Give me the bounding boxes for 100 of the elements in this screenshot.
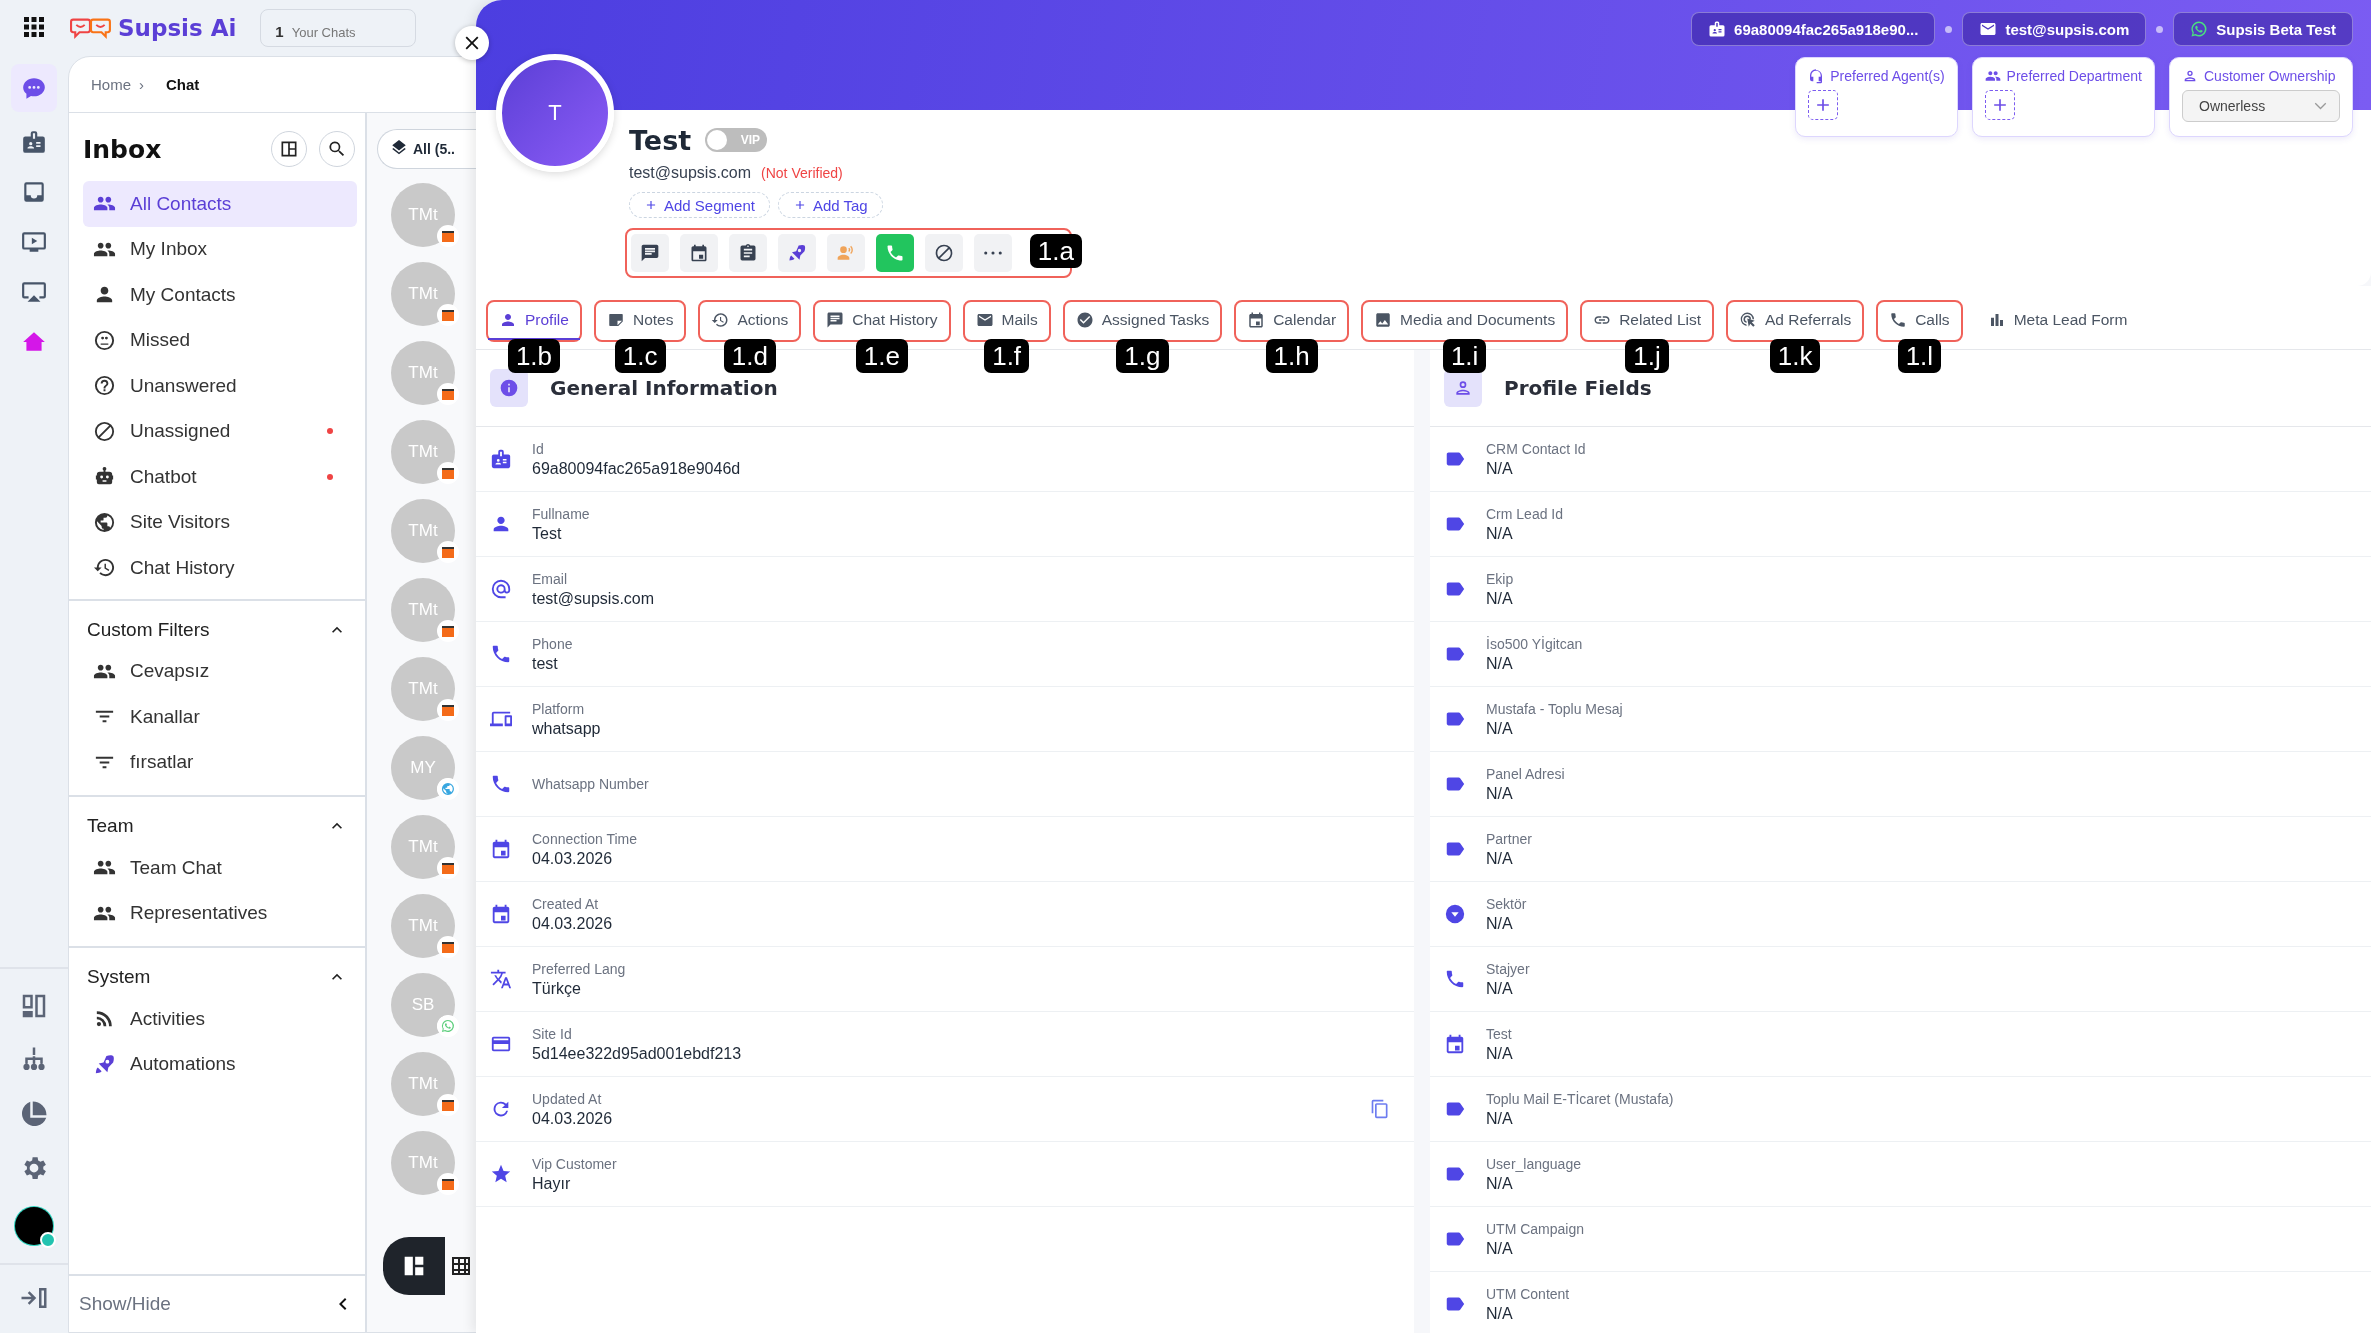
separator-dot <box>1945 25 1953 33</box>
field-label: İso500 Yİgitcan <box>1486 635 1584 652</box>
filter-menu-item[interactable]: Representatives <box>83 890 357 936</box>
info-chip[interactable]: 69a80094fac265a918e90... <box>1691 12 1936 46</box>
field-label: Preferred Lang <box>532 960 627 977</box>
phone-icon <box>885 243 905 263</box>
tab[interactable]: Chat History <box>815 302 949 340</box>
inbox-menu-item[interactable]: Unassigned <box>83 408 357 454</box>
section-header[interactable]: System <box>83 958 357 996</box>
store-badge-icon <box>437 225 459 247</box>
info-chip[interactable]: test@supsis.com <box>1962 12 2147 46</box>
field-value: N/A <box>1486 1044 1514 1063</box>
add-button[interactable]: Add Segment <box>629 192 770 218</box>
rocket-button[interactable] <box>778 234 816 272</box>
calendar-icon <box>490 838 512 860</box>
menu-item-label: Unassigned <box>130 420 232 443</box>
callout-label: 1.d <box>723 339 776 373</box>
section-header[interactable]: Team <box>83 807 357 845</box>
inbox-menu-item[interactable]: Missed <box>83 317 357 363</box>
filter-dropdown[interactable]: All (5.. <box>377 129 477 169</box>
menu-item-label: Cevapsız <box>130 660 211 683</box>
field-label: Sektör <box>1486 895 1528 912</box>
blocked-button[interactable] <box>925 234 963 272</box>
inbox-menu-item[interactable]: Unanswered <box>83 363 357 409</box>
search-button[interactable] <box>319 131 355 167</box>
layout-toggle-button[interactable] <box>383 1237 445 1295</box>
info-chip[interactable]: Supsis Beta Test <box>2173 12 2353 46</box>
field-label: Fullname <box>532 505 591 522</box>
filter-menu-item[interactable]: Team Chat <box>83 845 357 891</box>
field-label: Whatsapp Number <box>532 776 650 792</box>
show-hide-toggle[interactable]: Show/Hide <box>79 1293 171 1315</box>
inbox-menu-item[interactable]: All Contacts <box>83 181 357 227</box>
preference-label: Customer Ownership <box>2204 68 2336 84</box>
field-label: Test <box>1486 1025 1513 1042</box>
field-value: N/A <box>1486 1304 1514 1323</box>
filter-menu-item[interactable]: fırsatlar <box>83 739 357 785</box>
chat-button[interactable] <box>631 234 669 272</box>
chats-selector[interactable]: 1 Your Chats <box>260 9 417 47</box>
field-value: N/A <box>1486 459 1514 478</box>
add-button[interactable] <box>1984 90 2015 120</box>
phone-icon <box>1889 311 1908 329</box>
tab[interactable]: Actions <box>700 302 800 340</box>
filter-menu-item[interactable]: Automations <box>83 1041 357 1087</box>
tab[interactable]: Media and Documents <box>1363 302 1567 340</box>
menu-item-label: Chat History <box>130 556 236 579</box>
layout-button[interactable] <box>271 131 307 167</box>
badge-icon <box>1708 20 1727 38</box>
field-value: N/A <box>1486 914 1514 933</box>
store-badge-icon <box>437 1173 459 1195</box>
inbox-menu-item[interactable]: My Inbox <box>83 226 357 272</box>
filter-menu-item[interactable]: Kanallar <box>83 694 357 740</box>
inbox-menu-item[interactable]: Chatbot <box>83 454 357 500</box>
target-cursor-icon <box>1739 311 1757 329</box>
user-avatar[interactable] <box>15 1207 53 1245</box>
ownership-select[interactable]: Ownerless <box>2182 90 2340 122</box>
inbox-menu-item[interactable]: Chat History <box>83 545 357 591</box>
menu-item-label: fırsatlar <box>130 751 195 774</box>
tab[interactable]: Calls <box>1878 302 1961 340</box>
calendar-icon <box>689 243 709 263</box>
rocket-icon <box>93 1052 116 1076</box>
tab[interactable]: Mails <box>964 302 1049 340</box>
inbox-menu-item[interactable]: Site Visitors <box>83 499 357 545</box>
store-badge-icon <box>437 857 459 879</box>
field-value: N/A <box>1486 719 1514 738</box>
badge-icon <box>490 448 512 470</box>
tab[interactable]: Notes <box>595 302 685 340</box>
tab[interactable]: Assigned Tasks <box>1064 302 1221 340</box>
clipboard-button[interactable] <box>729 234 767 272</box>
field-label: Site Id <box>532 1025 573 1042</box>
tab[interactable]: Ad Referrals <box>1728 302 1863 340</box>
copy-icon[interactable] <box>1370 1099 1390 1119</box>
face-icon <box>93 328 116 352</box>
field-value: whatsapp <box>532 719 602 738</box>
field-label: Partner <box>1486 830 1533 847</box>
star-icon <box>490 1163 512 1185</box>
calendar-button[interactable] <box>680 234 718 272</box>
menu-item-label: Missed <box>130 329 192 352</box>
tab[interactable]: Meta Lead Form <box>1976 302 2139 340</box>
brand-name: Supsis Ai <box>118 15 237 41</box>
pie-chart-icon[interactable] <box>19 1099 49 1129</box>
field-value: Türkçe <box>532 979 582 998</box>
filter-menu-item[interactable]: Activities <box>83 996 357 1042</box>
tab[interactable]: Related List <box>1582 302 1712 340</box>
section-header[interactable]: Custom Filters <box>83 610 357 649</box>
breadcrumb-link[interactable]: Home <box>91 76 131 93</box>
inbox-menu-item[interactable]: My Contacts <box>83 272 357 318</box>
callout-label: 1.a <box>1029 234 1082 268</box>
close-button[interactable] <box>455 26 489 60</box>
filter-menu-item[interactable]: Cevapsız <box>83 648 357 694</box>
field-label: Panel Adresi <box>1486 765 1566 782</box>
image-icon <box>1374 311 1393 329</box>
add-button[interactable] <box>1808 90 1839 120</box>
chat-bubble-icon[interactable] <box>11 64 57 112</box>
globe-icon <box>93 510 116 534</box>
tab[interactable]: Calendar <box>1236 302 1348 340</box>
add-button[interactable]: Add Tag <box>777 192 883 218</box>
store-badge-icon <box>437 936 459 958</box>
field-label: CRM Contact Id <box>1486 440 1587 457</box>
field-value: test@supsis.com <box>532 589 656 608</box>
table-icon[interactable] <box>449 1254 473 1278</box>
